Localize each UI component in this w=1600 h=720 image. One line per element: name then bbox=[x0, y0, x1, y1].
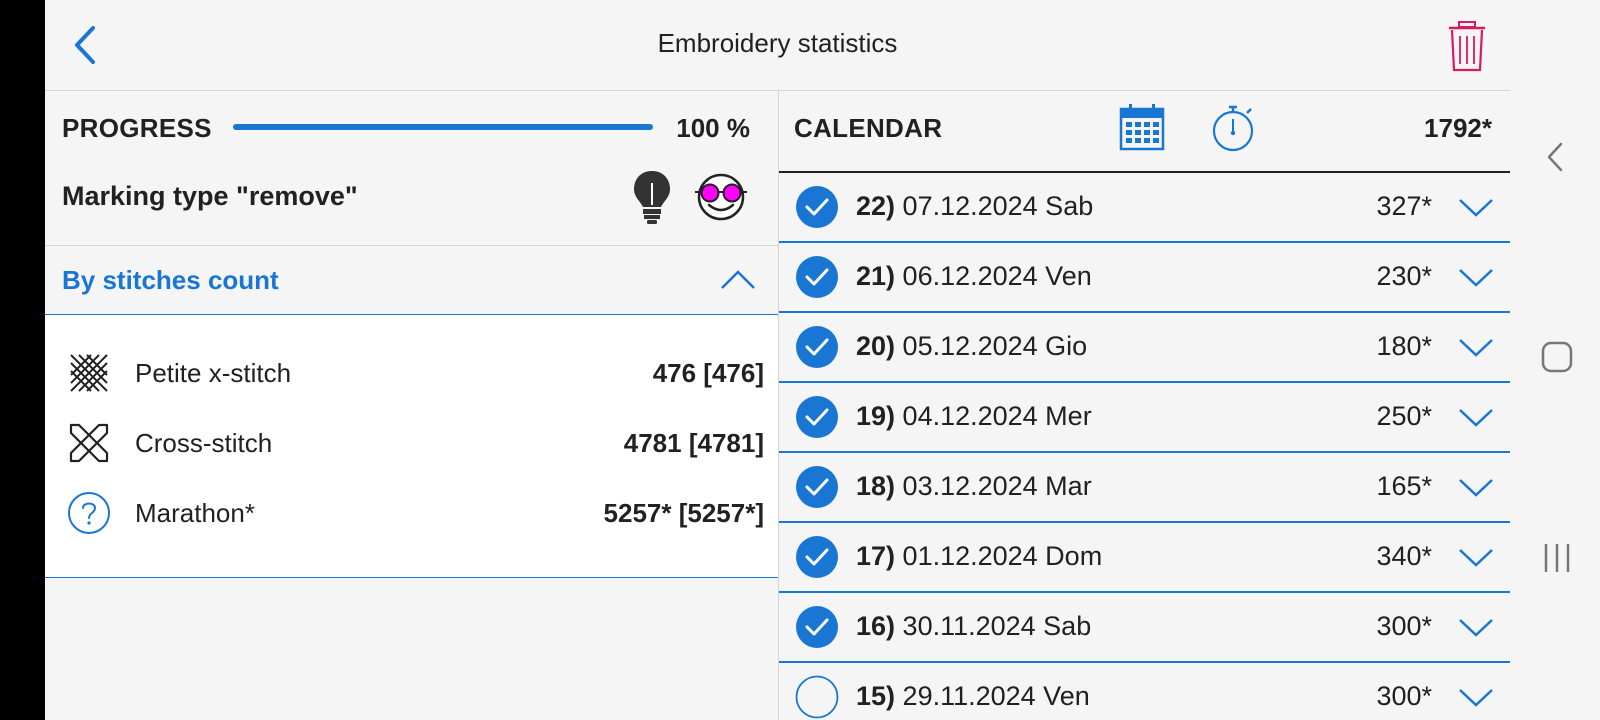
top-app-bar: Embroidery statistics bbox=[45, 0, 1510, 91]
stitch-row-cross: Cross-stitch 4781 [4781] bbox=[45, 413, 778, 473]
calendar-day-row[interactable]: 19) 04.12.2024 Mer 250* bbox=[779, 383, 1510, 453]
marking-type-label: Marking type "remove" bbox=[62, 181, 358, 211]
day-date: 04.12.2024 Mer bbox=[902, 401, 1092, 431]
app-window: Embroidery statistics PROGRESS 100 % Mar… bbox=[45, 0, 1510, 720]
stitch-list: Petite x-stitch 476 [476] Cross-stitch 4… bbox=[45, 315, 778, 578]
chevron-down-icon[interactable] bbox=[1458, 685, 1494, 709]
stitch-name: Petite x-stitch bbox=[135, 358, 292, 388]
progress-label: PROGRESS bbox=[62, 113, 212, 143]
checked-circle-icon[interactable] bbox=[795, 535, 839, 579]
progress-row: PROGRESS 100 % bbox=[45, 91, 778, 165]
sunglasses-face-icon[interactable] bbox=[693, 173, 749, 221]
chevron-down-icon[interactable] bbox=[1458, 475, 1494, 499]
stitch-count: 5257* [5257*] bbox=[603, 498, 764, 528]
chevron-down-icon[interactable] bbox=[1458, 195, 1494, 219]
calendar-day-row[interactable]: 16) 30.11.2024 Sab 300* bbox=[779, 593, 1510, 663]
calendar-day-row[interactable]: 18) 03.12.2024 Mar 165* bbox=[779, 453, 1510, 523]
checked-circle-icon[interactable] bbox=[795, 395, 839, 439]
marking-row: Marking type "remove" bbox=[45, 165, 778, 246]
day-number: 19) bbox=[856, 401, 896, 431]
day-stitch-count: 165* bbox=[1376, 471, 1432, 501]
calendar-header: CALENDAR 1792* bbox=[779, 91, 1510, 173]
lightbulb-icon[interactable] bbox=[630, 169, 674, 225]
day-date: 01.12.2024 Dom bbox=[902, 541, 1103, 571]
timer-icon[interactable] bbox=[1209, 103, 1257, 153]
nav-back-icon[interactable] bbox=[1540, 140, 1570, 174]
stitch-row-petite: Petite x-stitch 476 [476] bbox=[45, 343, 778, 403]
progress-value: 100 % bbox=[676, 113, 750, 143]
day-number: 15) bbox=[856, 681, 896, 711]
chevron-down-icon[interactable] bbox=[1458, 405, 1494, 429]
checked-circle-icon[interactable] bbox=[795, 325, 839, 369]
calendar-day-row[interactable]: 22) 07.12.2024 Sab 327* bbox=[779, 173, 1510, 243]
progress-bar bbox=[233, 124, 653, 130]
day-label: 16) 30.11.2024 Sab bbox=[856, 611, 1091, 642]
day-stitch-count: 327* bbox=[1376, 191, 1432, 221]
calendar-day-row[interactable]: 20) 05.12.2024 Gio 180* bbox=[779, 313, 1510, 383]
day-date: 05.12.2024 Gio bbox=[902, 331, 1088, 361]
stitch-name: Marathon* bbox=[135, 498, 255, 528]
day-number: 20) bbox=[856, 331, 896, 361]
day-number: 17) bbox=[856, 541, 896, 571]
chevron-down-icon[interactable] bbox=[1458, 335, 1494, 359]
day-number: 16) bbox=[856, 611, 896, 641]
day-date: 03.12.2024 Mar bbox=[902, 471, 1092, 501]
chevron-down-icon[interactable] bbox=[1458, 615, 1494, 639]
day-date: 06.12.2024 Ven bbox=[902, 261, 1092, 291]
cross-stitch-icon bbox=[69, 423, 109, 463]
checked-circle-icon[interactable] bbox=[795, 185, 839, 229]
nav-recents-icon[interactable] bbox=[1540, 541, 1574, 575]
stitch-count: 4781 [4781] bbox=[623, 428, 764, 458]
calendar-label: CALENDAR bbox=[794, 113, 943, 143]
page-title: Embroidery statistics bbox=[657, 28, 898, 58]
calendar-day-row[interactable]: 15) 29.11.2024 Ven 300* bbox=[779, 663, 1510, 720]
day-label: 19) 04.12.2024 Mer bbox=[856, 401, 1092, 432]
nav-home-icon[interactable] bbox=[1540, 340, 1574, 374]
progress-bar-fill bbox=[233, 124, 653, 130]
day-label: 21) 06.12.2024 Ven bbox=[856, 261, 1092, 292]
chevron-up-icon[interactable] bbox=[720, 266, 756, 292]
day-number: 18) bbox=[856, 471, 896, 501]
by-stitches-count-header[interactable]: By stitches count bbox=[45, 246, 778, 316]
day-stitch-count: 300* bbox=[1376, 611, 1432, 641]
stitch-count: 476 [476] bbox=[652, 358, 764, 388]
chevron-down-icon[interactable] bbox=[1458, 545, 1494, 569]
checked-circle-icon[interactable] bbox=[795, 605, 839, 649]
checked-circle-icon[interactable] bbox=[795, 465, 839, 509]
trash-icon[interactable] bbox=[1445, 20, 1489, 74]
day-number: 21) bbox=[856, 261, 896, 291]
day-stitch-count: 300* bbox=[1376, 681, 1432, 711]
stitch-name: Cross-stitch bbox=[135, 428, 273, 458]
day-label: 20) 05.12.2024 Gio bbox=[856, 331, 1087, 362]
petite-stitch-icon bbox=[70, 354, 108, 392]
section-title: By stitches count bbox=[62, 265, 279, 295]
day-date: 07.12.2024 Sab bbox=[902, 191, 1094, 221]
day-label: 15) 29.11.2024 Ven bbox=[856, 681, 1090, 712]
day-label: 22) 07.12.2024 Sab bbox=[856, 191, 1093, 222]
unchecked-circle-icon[interactable] bbox=[795, 675, 839, 719]
day-label: 18) 03.12.2024 Mar bbox=[856, 471, 1092, 502]
calendar-icon[interactable] bbox=[1119, 103, 1165, 151]
day-label: 17) 01.12.2024 Dom bbox=[856, 541, 1102, 572]
day-stitch-count: 340* bbox=[1376, 541, 1432, 571]
day-stitch-count: 230* bbox=[1376, 261, 1432, 291]
calendar-pane: CALENDAR 1792* 22) 07.12.2024 Sab 327* 2… bbox=[779, 91, 1510, 720]
checked-circle-icon[interactable] bbox=[795, 255, 839, 299]
stitch-row-marathon: Marathon* 5257* [5257*] bbox=[45, 483, 778, 543]
day-date: 29.11.2024 Ven bbox=[902, 681, 1090, 711]
day-stitch-count: 250* bbox=[1376, 401, 1432, 431]
statistics-pane: PROGRESS 100 % Marking type "remove" By … bbox=[45, 91, 778, 720]
calendar-day-row[interactable]: 17) 01.12.2024 Dom 340* bbox=[779, 523, 1510, 593]
chevron-down-icon[interactable] bbox=[1458, 265, 1494, 289]
question-icon bbox=[68, 492, 110, 534]
day-number: 22) bbox=[856, 191, 896, 221]
calendar-total: 1792* bbox=[1424, 113, 1492, 143]
system-navigation-bar bbox=[1510, 0, 1600, 720]
day-stitch-count: 180* bbox=[1376, 331, 1432, 361]
day-date: 30.11.2024 Sab bbox=[902, 611, 1092, 641]
calendar-day-row[interactable]: 21) 06.12.2024 Ven 230* bbox=[779, 243, 1510, 313]
